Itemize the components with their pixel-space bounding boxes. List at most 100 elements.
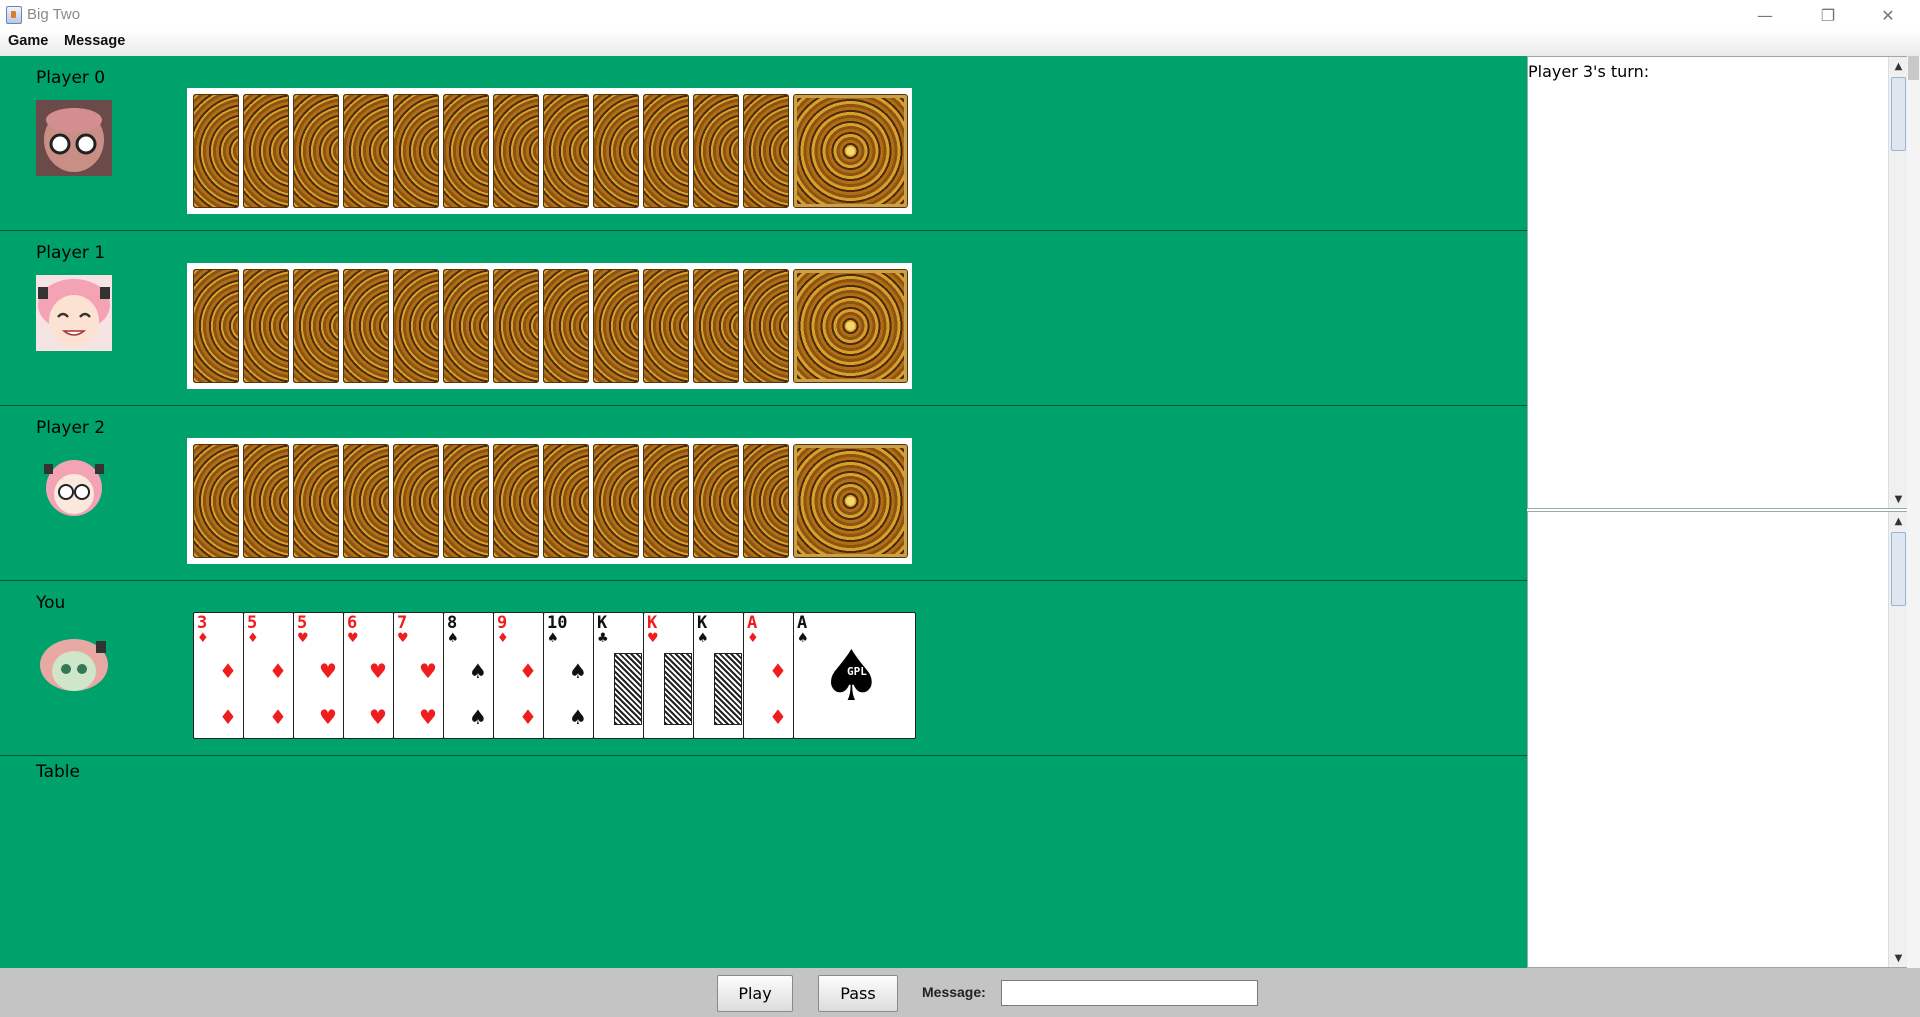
- hand-card[interactable]: A ♠ ♠ GPL: [793, 612, 916, 739]
- suit-pip-icon: ♠: [469, 705, 487, 729]
- hand-card[interactable]: 5 ♥ ♥ ♥: [293, 612, 344, 739]
- hand-card[interactable]: K ♠: [693, 612, 744, 739]
- close-button[interactable]: ✕: [1858, 0, 1918, 30]
- play-button[interactable]: Play: [717, 975, 793, 1012]
- message-text: Player 3's turn:: [1528, 62, 1650, 81]
- card-back: [493, 94, 539, 208]
- scroll-up-icon[interactable]: ▲: [1889, 512, 1908, 530]
- java-app-icon: [6, 6, 22, 24]
- hand-card[interactable]: K ♥: [643, 612, 694, 739]
- hand-card[interactable]: K ♣: [593, 612, 644, 739]
- hand-card[interactable]: 10 ♠ ♠ ♠: [543, 612, 594, 739]
- card-back: [593, 269, 639, 383]
- minimize-button[interactable]: —: [1735, 0, 1795, 30]
- game-board: Player 0 Player 1 Player 2 You Table: [0, 56, 1527, 968]
- player-panel-2: Player 2: [0, 406, 1527, 581]
- card-suit-icon: ♦: [247, 631, 259, 646]
- hand-card[interactable]: 3 ♦ ♦ ♦: [193, 612, 244, 739]
- scroll-up-icon[interactable]: ▲: [1889, 57, 1908, 75]
- message-scrollbar[interactable]: ▲ ▼: [1888, 57, 1908, 508]
- card-back: [343, 94, 389, 208]
- card-back: [693, 269, 739, 383]
- menu-message[interactable]: Message: [64, 33, 125, 49]
- card-rank: 9: [497, 613, 508, 633]
- message-input[interactable]: [1001, 980, 1258, 1006]
- suit-pip-icon: ♥: [369, 659, 387, 683]
- card-suit-icon: ♥: [347, 631, 359, 646]
- card-back: [243, 444, 289, 558]
- card-back: [243, 269, 289, 383]
- card-back: [793, 444, 908, 558]
- card-back: [293, 269, 339, 383]
- card-back: [593, 94, 639, 208]
- scroll-down-icon[interactable]: ▼: [1889, 490, 1908, 508]
- menu-game[interactable]: Game: [8, 33, 48, 49]
- chat-scrollbar[interactable]: ▲ ▼: [1888, 512, 1908, 967]
- player-name: You: [36, 593, 66, 613]
- card-back: [343, 444, 389, 558]
- card-back: [743, 94, 789, 208]
- card-suit-icon: ♥: [297, 631, 309, 646]
- card-back: [693, 94, 739, 208]
- card-logo: GPL: [847, 665, 867, 678]
- card-rank: 8: [447, 613, 458, 633]
- card-back: [193, 269, 239, 383]
- suit-pip-icon: ♦: [269, 705, 287, 729]
- card-back: [393, 269, 439, 383]
- card-suit-icon: ♠: [797, 631, 809, 646]
- hand-card[interactable]: 6 ♥ ♥ ♥: [343, 612, 394, 739]
- player-panel-1: Player 1: [0, 231, 1527, 406]
- title-bar: Big Two — ❐ ✕: [0, 0, 1920, 30]
- card-rank: 10: [547, 613, 568, 633]
- card-back: [293, 444, 339, 558]
- restore-button[interactable]: ❐: [1798, 0, 1858, 30]
- card-rank: A: [747, 613, 758, 633]
- player-avatar: [36, 450, 112, 526]
- card-back: [643, 444, 689, 558]
- card-rank: K: [597, 613, 608, 633]
- hand-card[interactable]: A ♦ ♦ ♦: [743, 612, 794, 739]
- card-back: [443, 444, 489, 558]
- player-name: Player 2: [36, 418, 106, 438]
- card-back: [443, 94, 489, 208]
- scroll-thumb[interactable]: [1908, 56, 1919, 80]
- card-suit-icon: ♦: [197, 631, 209, 646]
- hand-card[interactable]: 8 ♠ ♠ ♠: [443, 612, 494, 739]
- hand-card[interactable]: 7 ♥ ♥ ♥: [393, 612, 444, 739]
- hand-card[interactable]: 9 ♦ ♦ ♦: [493, 612, 544, 739]
- card-suit-icon: ♠: [547, 631, 559, 646]
- player-avatar: [36, 100, 112, 176]
- window-scrollbar[interactable]: [1907, 56, 1920, 968]
- scroll-thumb[interactable]: [1891, 77, 1906, 151]
- suit-pip-icon: ♦: [219, 659, 237, 683]
- card-suit-icon: ♦: [497, 631, 509, 646]
- card-back: [793, 269, 908, 383]
- card-backs: [187, 263, 912, 389]
- card-back: [393, 444, 439, 558]
- scroll-down-icon[interactable]: ▼: [1889, 949, 1908, 967]
- king-figure-icon: [714, 653, 742, 725]
- hand-card[interactable]: 5 ♦ ♦ ♦: [243, 612, 294, 739]
- card-back: [193, 444, 239, 558]
- card-suit-icon: ♦: [747, 631, 759, 646]
- pass-button[interactable]: Pass: [818, 975, 898, 1012]
- scroll-thumb[interactable]: [1891, 532, 1906, 606]
- card-rank: 5: [297, 613, 308, 633]
- player-name: Player 1: [36, 243, 106, 263]
- message-label: Message:: [922, 984, 986, 1000]
- suit-pip-icon: ♥: [419, 659, 437, 683]
- player-hand: 3 ♦ ♦ ♦ 5 ♦ ♦ ♦ 5 ♥ ♥ ♥ 6 ♥ ♥ ♥ 7 ♥ ♥ ♥ 8 ♠ ♠ ♠ 9 ♦ ♦ ♦ 10 ♠ ♠ ♠ K ♣ K ♥ K ♠ A…: [193, 612, 918, 739]
- card-rank: 5: [247, 613, 258, 633]
- bottom-bar: Play Pass Message:: [0, 968, 1920, 1017]
- card-rank: K: [697, 613, 708, 633]
- card-suit-icon: ♠: [447, 631, 459, 646]
- card-rank: 3: [197, 613, 208, 633]
- suit-pip-icon: ♦: [769, 705, 787, 729]
- chat-area[interactable]: ▲ ▼: [1527, 511, 1909, 968]
- suit-pip-icon: ♠: [569, 705, 587, 729]
- card-suit-icon: ♣: [597, 631, 609, 646]
- player-panel-0: Player 0: [0, 56, 1527, 231]
- card-back: [493, 269, 539, 383]
- card-rank: K: [647, 613, 658, 633]
- game-message-area[interactable]: Player 3's turn: ▲ ▼: [1527, 56, 1909, 509]
